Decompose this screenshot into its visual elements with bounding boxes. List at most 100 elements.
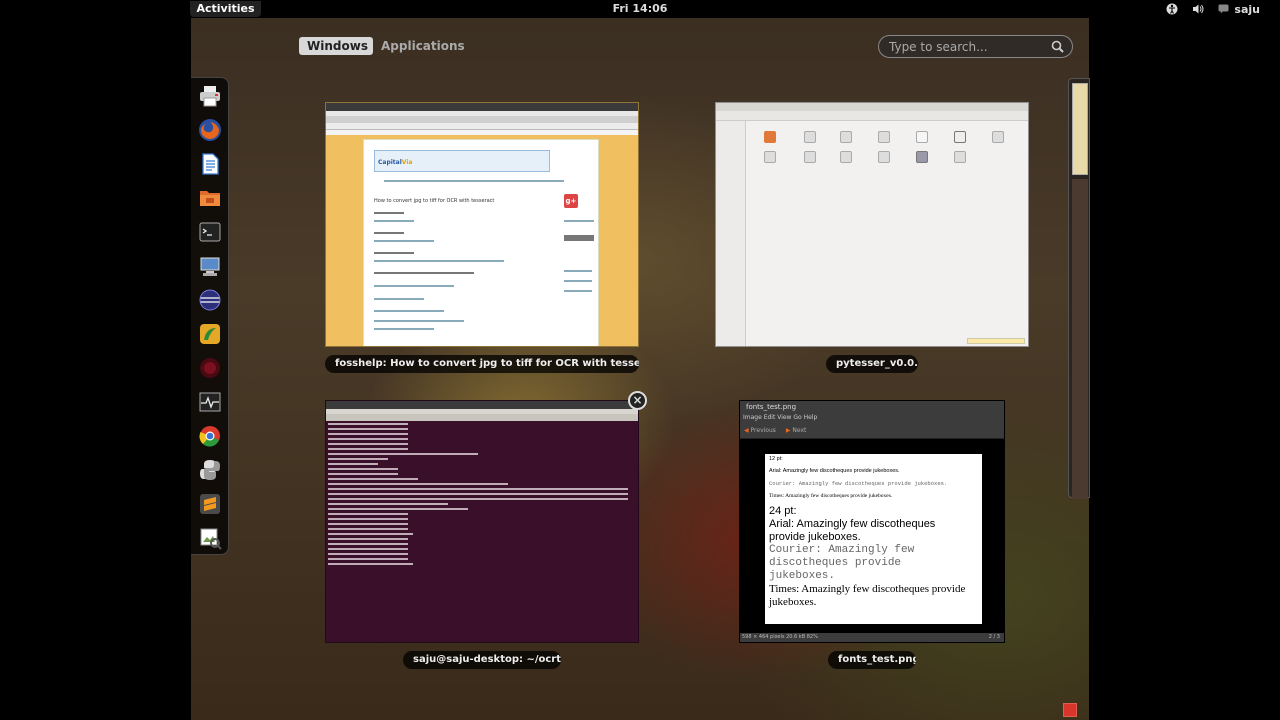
terminal-line bbox=[328, 533, 413, 535]
search-icon bbox=[1051, 40, 1064, 53]
files-titlebar bbox=[716, 103, 1028, 111]
courier-12pt: Courier: Amazingly few discotheques prov… bbox=[769, 480, 948, 487]
terminal-line bbox=[328, 483, 508, 485]
terminal-line bbox=[328, 553, 408, 555]
sidebar-avatars bbox=[564, 235, 594, 241]
window-caption-image-viewer[interactable]: fonts_test.png bbox=[828, 651, 916, 669]
terminal-line bbox=[328, 493, 628, 495]
file-icon bbox=[916, 151, 928, 163]
post-text-line bbox=[374, 320, 464, 322]
top-panel: Activities Fri 14:06 saju bbox=[0, 0, 1280, 18]
ad-brand: CapitalVia bbox=[378, 159, 413, 166]
file-icon bbox=[878, 151, 890, 163]
post-text-line bbox=[374, 212, 404, 214]
post-text-line bbox=[374, 252, 414, 254]
window-terminal[interactable] bbox=[325, 400, 639, 643]
previous-button[interactable]: Previous bbox=[751, 427, 776, 434]
left-margin bbox=[0, 18, 191, 720]
courier-24pt-line1: Courier: Amazingly few bbox=[769, 544, 915, 556]
search-box[interactable] bbox=[878, 35, 1073, 58]
files-sidebar bbox=[716, 121, 746, 346]
times-24pt-line2: jukeboxes. bbox=[769, 596, 817, 608]
ubuntu-one-icon[interactable] bbox=[198, 356, 222, 380]
next-button[interactable]: Next bbox=[792, 427, 806, 434]
remote-desktop-icon[interactable] bbox=[198, 254, 222, 278]
workspace-thumbnail[interactable] bbox=[1072, 179, 1088, 499]
user-chat-icon bbox=[1218, 4, 1229, 14]
courier-24pt-line2: discotheques provide bbox=[769, 557, 902, 569]
message-tray-indicator[interactable] bbox=[1063, 703, 1077, 717]
nav-links bbox=[384, 180, 564, 182]
workspace-thumbnail[interactable] bbox=[1072, 83, 1088, 175]
terminal-line bbox=[328, 423, 408, 425]
search-input[interactable] bbox=[889, 38, 1049, 56]
image-file-icon bbox=[954, 131, 966, 143]
firefox-titlebar bbox=[326, 103, 638, 111]
arial-24pt-line1: Arial: Amazingly few discotheques bbox=[769, 518, 936, 530]
gplus-icon: g+ bbox=[564, 194, 578, 208]
window-firefox[interactable]: CapitalVia How to convert jpg to tiff fo… bbox=[325, 102, 639, 347]
courier-24pt-line3: jukeboxes. bbox=[769, 570, 836, 582]
tab-windows[interactable]: Windows bbox=[299, 37, 373, 55]
terminal-icon[interactable] bbox=[198, 220, 222, 244]
post-title: How to convert jpg to tiff for OCR with … bbox=[374, 198, 495, 204]
files-icon[interactable] bbox=[198, 186, 222, 210]
printer-icon[interactable] bbox=[198, 84, 222, 108]
tab-applications[interactable]: Applications bbox=[373, 37, 465, 55]
file-icon bbox=[878, 131, 890, 143]
arial-12pt: Arial: Amazingly few discotheques provid… bbox=[769, 468, 900, 474]
sidebar-line bbox=[564, 290, 592, 292]
user-menu[interactable]: saju bbox=[1218, 3, 1260, 16]
chrome-icon[interactable] bbox=[198, 424, 222, 448]
file-icon bbox=[954, 151, 966, 163]
terminal-line bbox=[328, 448, 408, 450]
window-caption-firefox[interactable]: fosshelp: How to convert jpg to tiff for… bbox=[325, 355, 639, 373]
terminal-line bbox=[328, 463, 378, 465]
accessibility-icon[interactable] bbox=[1166, 3, 1178, 15]
firefox-page: CapitalVia How to convert jpg to tiff fo… bbox=[363, 139, 599, 346]
image-viewer-icon[interactable] bbox=[198, 526, 222, 550]
workspace-switcher[interactable] bbox=[1068, 78, 1090, 499]
clock[interactable]: Fri 14:06 bbox=[0, 0, 1280, 18]
image-viewer-menubar: Image Edit View Go Help bbox=[740, 413, 1004, 423]
terminal-line bbox=[328, 468, 398, 470]
terminal-line bbox=[328, 513, 408, 515]
arial-24pt-line2: provide jukeboxes. bbox=[769, 531, 861, 543]
file-icon bbox=[992, 131, 1004, 143]
eclipse-icon[interactable] bbox=[198, 288, 222, 312]
terminal-line bbox=[328, 503, 448, 505]
post-text-line bbox=[374, 240, 434, 242]
next-arrow-icon[interactable]: ▶ bbox=[786, 427, 791, 434]
firefox-bookmarks-bar bbox=[326, 130, 638, 135]
terminal-titlebar bbox=[326, 401, 638, 409]
system-monitor-icon[interactable] bbox=[198, 390, 222, 414]
ad-banner: CapitalVia bbox=[374, 150, 550, 172]
window-files[interactable] bbox=[715, 102, 1029, 347]
sublime-text-icon[interactable] bbox=[198, 492, 222, 516]
firefox-icon[interactable] bbox=[198, 118, 222, 142]
files-toolbar bbox=[716, 111, 1028, 121]
previous-arrow-icon[interactable]: ◀ bbox=[744, 427, 749, 434]
terminal-line bbox=[328, 538, 408, 540]
synaptic-icon[interactable] bbox=[198, 322, 222, 346]
terminal-line bbox=[328, 558, 408, 560]
post-text-line bbox=[374, 272, 474, 274]
post-text-line bbox=[374, 220, 414, 222]
window-caption-files[interactable]: pytesser_v0.0.1 bbox=[826, 355, 918, 373]
close-window-button[interactable]: × bbox=[628, 391, 647, 410]
sidebar-line bbox=[564, 270, 592, 272]
sidebar-line bbox=[564, 220, 594, 222]
times-12pt: Times: Amazingly few discotheques provid… bbox=[769, 493, 893, 499]
file-icon bbox=[916, 131, 928, 143]
text-editor-icon[interactable] bbox=[198, 152, 222, 176]
user-name: saju bbox=[1234, 2, 1260, 16]
python-icon[interactable] bbox=[198, 458, 222, 482]
image-info: 598 × 464 pixels 20.6 kB 82% bbox=[742, 634, 818, 640]
terminal-line bbox=[328, 473, 398, 475]
image-viewer-title: fonts_test.png bbox=[740, 401, 1004, 413]
firefox-tabs bbox=[326, 116, 638, 123]
volume-icon[interactable] bbox=[1192, 3, 1204, 15]
window-image-viewer[interactable]: fonts_test.png Image Edit View Go Help ◀… bbox=[739, 400, 1005, 643]
window-caption-terminal[interactable]: saju@saju-desktop: ~/ocrtest bbox=[403, 651, 561, 669]
image-canvas: 12 pt: Arial: Amazingly few discotheques… bbox=[765, 454, 982, 624]
